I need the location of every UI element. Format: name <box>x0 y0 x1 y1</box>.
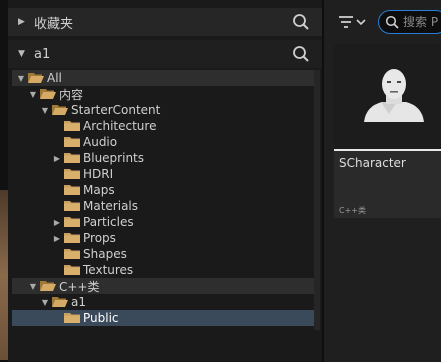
open-folder-icon <box>40 88 56 100</box>
folder-tree: ▼ All ▼ 内容 ▼ StarterContent Architecture Audio ▶… <box>12 70 318 362</box>
folder-icon <box>64 136 80 148</box>
tree-item-particles[interactable]: ▶ Particles <box>12 214 318 230</box>
tree-item-textures[interactable]: Textures <box>12 262 318 278</box>
collapsed-arrow-icon[interactable]: ▶ <box>52 154 62 163</box>
tree-item-label: Architecture <box>83 119 157 133</box>
tree-item-label: a1 <box>71 295 86 309</box>
tree-item-shapes[interactable]: Shapes <box>12 246 318 262</box>
expanded-arrow-icon[interactable]: ▼ <box>28 90 38 99</box>
favorites-header[interactable]: ▶ 收藏夹 <box>8 8 322 36</box>
favorites-label: 收藏夹 <box>34 16 74 32</box>
asset-type-bar <box>334 149 441 151</box>
open-folder-icon <box>52 296 68 308</box>
tree-item-materials[interactable]: Materials <box>12 198 318 214</box>
tree-item-label: Audio <box>83 135 118 149</box>
open-folder-icon <box>52 104 68 116</box>
asset-name: SCharacter <box>339 156 406 170</box>
tree-item-label: Textures <box>83 263 134 277</box>
collapsed-arrow-icon[interactable]: ▶ <box>52 234 62 243</box>
search-icon[interactable] <box>292 13 310 31</box>
asset-thumbnail <box>334 44 441 150</box>
folder-icon <box>64 184 80 196</box>
expanded-arrow-icon[interactable]: ▼ <box>16 74 26 83</box>
tree-item-startercontent[interactable]: ▼ StarterContent <box>12 102 318 118</box>
character-icon <box>364 69 424 122</box>
tree-item-blueprints[interactable]: ▶ Blueprints <box>12 150 318 166</box>
tree-item-hdri[interactable]: HDRI <box>12 166 318 182</box>
folder-icon <box>64 248 80 260</box>
project-header[interactable]: ▼ a1 <box>8 40 322 68</box>
content-search-input[interactable] <box>403 14 441 30</box>
tree-item-maps[interactable]: Maps <box>12 182 318 198</box>
folder-icon <box>64 264 80 276</box>
tree-item-audio[interactable]: Audio <box>12 134 318 150</box>
open-folder-icon <box>40 280 56 292</box>
tree-item-label: HDRI <box>83 167 114 181</box>
tree-scrollbar[interactable] <box>314 70 320 330</box>
collapsed-arrow-icon: ▶ <box>18 17 25 27</box>
folder-icon <box>64 120 80 132</box>
tree-item-label: 内容 <box>59 87 84 102</box>
collapsed-arrow-icon[interactable]: ▶ <box>52 218 62 227</box>
project-label: a1 <box>34 46 51 62</box>
tree-item-label: Public <box>83 311 119 325</box>
tree-item-label: Materials <box>83 199 139 213</box>
tree-item-architecture[interactable]: Architecture <box>12 118 318 134</box>
tree-item-label: Props <box>83 231 116 245</box>
expanded-arrow-icon: ▼ <box>18 49 25 59</box>
expanded-arrow-icon[interactable]: ▼ <box>28 282 38 291</box>
tree-item-label: StarterContent <box>71 103 161 117</box>
asset-type-label: C++类 <box>339 206 366 215</box>
tree-item-label: Shapes <box>83 247 127 261</box>
folder-icon <box>64 232 80 244</box>
filter-icon[interactable] <box>336 12 370 32</box>
content-search-field[interactable] <box>378 10 441 34</box>
search-icon[interactable] <box>292 45 310 63</box>
folder-icon <box>64 216 80 228</box>
content-panel: SCharacter C++类 <box>324 0 441 362</box>
tree-item-label: Maps <box>83 183 115 197</box>
sources-panel: ▶ 收藏夹 ▼ a1 ▼ All ▼ 内容 ▼ StarterContent Archite… <box>8 0 322 362</box>
search-icon <box>385 15 399 29</box>
viewport-edge <box>0 0 8 362</box>
tree-item-label: Particles <box>83 215 134 229</box>
tree-item-[interactable]: ▼ 内容 <box>12 86 318 102</box>
tree-item-all[interactable]: ▼ All <box>12 70 318 86</box>
expanded-arrow-icon[interactable]: ▼ <box>40 298 50 307</box>
tree-item-a1[interactable]: ▼ a1 <box>12 294 318 310</box>
asset-tile[interactable]: SCharacter C++类 <box>334 44 441 218</box>
folder-icon <box>64 200 80 212</box>
folder-icon <box>64 312 80 324</box>
tree-item-label: All <box>47 71 62 85</box>
viewport-background <box>0 190 8 360</box>
tree-item-label: Blueprints <box>83 151 145 165</box>
tree-item-c[interactable]: ▼ C++类 <box>12 278 318 294</box>
folder-icon <box>64 168 80 180</box>
tree-item-props[interactable]: ▶ Props <box>12 230 318 246</box>
tree-item-public[interactable]: Public <box>12 310 318 326</box>
expanded-arrow-icon[interactable]: ▼ <box>40 106 50 115</box>
open-folder-icon <box>28 72 44 84</box>
tree-item-label: C++类 <box>59 279 100 294</box>
folder-icon <box>64 152 80 164</box>
